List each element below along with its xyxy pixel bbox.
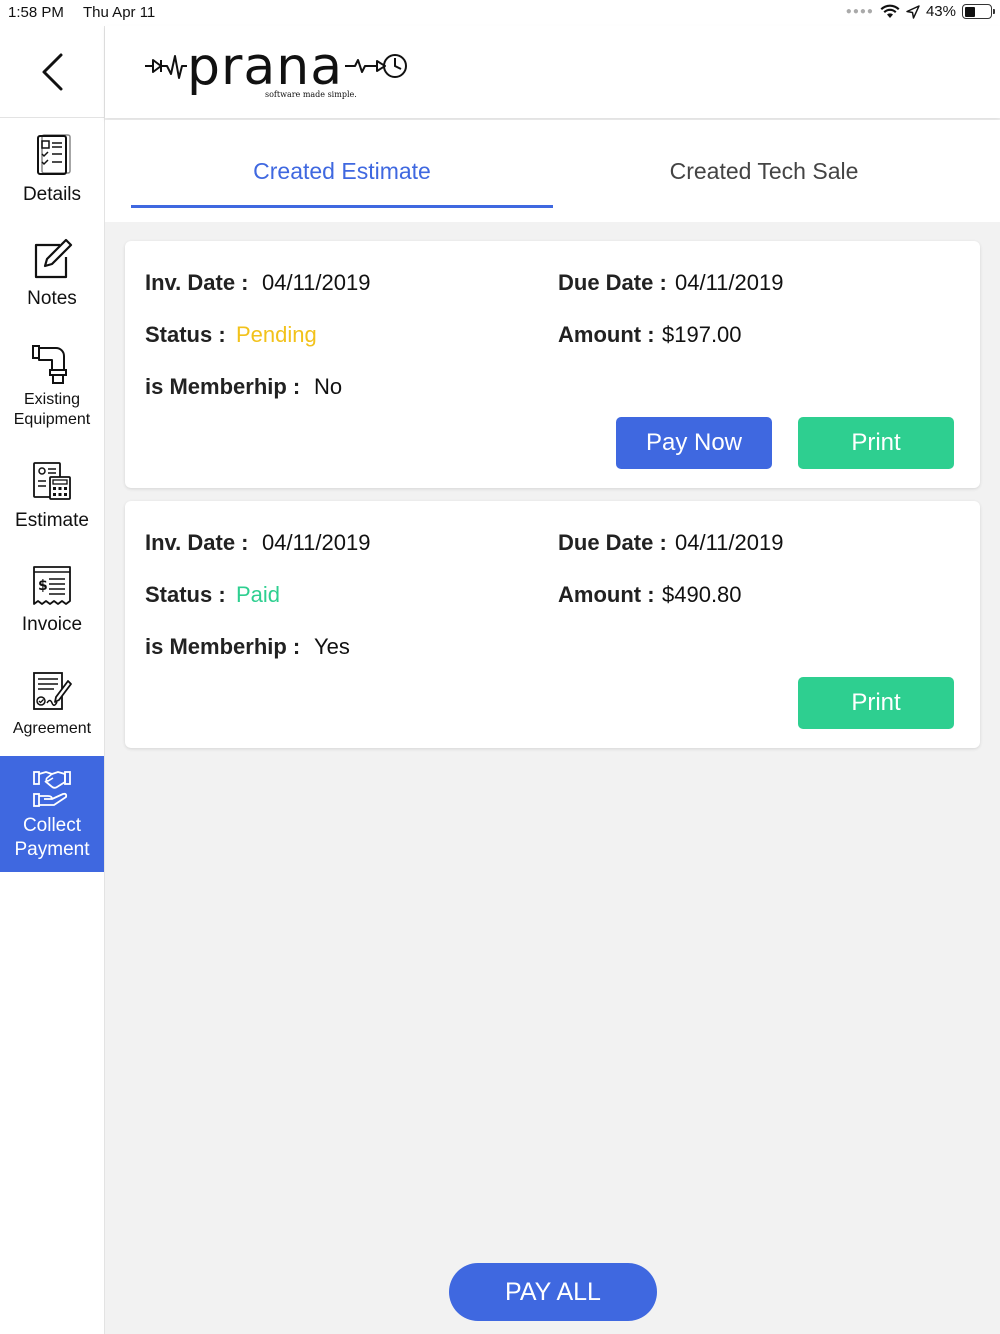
status-time: 1:58 PM bbox=[8, 4, 64, 21]
prana-logo: prana software made simple. bbox=[145, 38, 407, 99]
status-label: Status : bbox=[145, 582, 226, 607]
sidebar-item-label: Collect Payment bbox=[14, 815, 90, 860]
back-button[interactable] bbox=[0, 26, 104, 118]
app-header: prana software made simple. bbox=[105, 26, 1000, 118]
chevron-left-icon bbox=[42, 53, 63, 90]
sidebar-item-label: Details bbox=[22, 184, 82, 206]
due-date-value: 04/11/2019 bbox=[675, 270, 784, 295]
svg-text:$: $ bbox=[38, 578, 48, 594]
sidebar: Details Notes Existing Equipment Estimat… bbox=[0, 26, 105, 1334]
estimate-card: Inv. Date : 04/11/2019 Due Date : 04/11/… bbox=[125, 501, 980, 748]
sidebar-item-collect-payment[interactable]: Collect Payment bbox=[0, 756, 104, 872]
edit-note-icon bbox=[34, 239, 73, 279]
amount-label: Amount : bbox=[558, 582, 655, 607]
battery-percent: 43% bbox=[925, 3, 956, 20]
location-arrow-icon bbox=[906, 4, 920, 19]
sidebar-item-label: Existing Equipment bbox=[13, 391, 91, 428]
status-value: Pending bbox=[236, 322, 317, 347]
sidebar-item-label: Invoice bbox=[21, 614, 83, 636]
due-date-label: Due Date : bbox=[558, 270, 667, 295]
invoice-receipt-icon: $ bbox=[33, 566, 71, 606]
cellular-signal-icon: ●●●● bbox=[845, 6, 874, 17]
calculator-document-icon bbox=[33, 462, 71, 501]
document-list-icon bbox=[37, 134, 71, 176]
pay-all-button[interactable]: PAY ALL bbox=[449, 1263, 657, 1321]
sidebar-item-notes[interactable]: Notes bbox=[0, 222, 104, 326]
membership-label: is Memberhip : bbox=[145, 374, 301, 399]
amount-value: $490.80 bbox=[662, 582, 742, 607]
payment-handshake-icon bbox=[33, 771, 71, 808]
amount-value: $197.00 bbox=[662, 322, 742, 347]
status-label: Status : bbox=[145, 322, 226, 347]
sidebar-item-label: Estimate bbox=[15, 510, 89, 532]
membership-value: No bbox=[314, 374, 343, 399]
tab-active-indicator bbox=[131, 205, 553, 208]
sidebar-item-details[interactable]: Details bbox=[0, 118, 104, 222]
inv-date-value: 04/11/2019 bbox=[262, 270, 371, 295]
inv-date-label: Inv. Date : bbox=[145, 270, 249, 295]
battery-icon bbox=[962, 4, 995, 19]
sidebar-item-label: Agreement bbox=[12, 720, 92, 737]
brand-tagline: software made simple. bbox=[265, 90, 357, 99]
status-value: Paid bbox=[236, 582, 281, 607]
sidebar-item-existing-equipment[interactable]: Existing Equipment bbox=[0, 326, 104, 444]
tab-created-tech-sale[interactable]: Created Tech Sale bbox=[553, 120, 975, 222]
amount-label: Amount : bbox=[558, 322, 655, 347]
due-date-label: Due Date : bbox=[558, 530, 667, 555]
print-button[interactable]: Print bbox=[798, 677, 954, 729]
membership-value: Yes bbox=[314, 634, 350, 659]
status-indicators: ●●●● 43% bbox=[845, 3, 995, 20]
print-button[interactable]: Print bbox=[798, 417, 954, 469]
tab-bar: Created Estimate Created Tech Sale bbox=[105, 120, 1000, 222]
status-date: Thu Apr 11 bbox=[83, 4, 156, 21]
sidebar-item-agreement[interactable]: Agreement bbox=[0, 652, 104, 756]
inv-date-value: 04/11/2019 bbox=[262, 530, 371, 555]
brand-name: prana bbox=[187, 38, 343, 97]
status-bar: 1:58 PM Thu Apr 11 ●●●● 43% bbox=[0, 0, 1000, 26]
inv-date-label: Inv. Date : bbox=[145, 530, 249, 555]
wifi-icon bbox=[880, 4, 900, 18]
pipe-icon bbox=[32, 345, 67, 384]
sidebar-item-invoice[interactable]: $ Invoice bbox=[0, 548, 104, 652]
sidebar-item-label: Notes bbox=[27, 288, 77, 310]
due-date-value: 04/11/2019 bbox=[675, 530, 784, 555]
pay-now-button[interactable]: Pay Now bbox=[616, 417, 772, 469]
estimate-card: Inv. Date : 04/11/2019 Due Date : 04/11/… bbox=[125, 241, 980, 488]
sidebar-item-estimate[interactable]: Estimate bbox=[0, 444, 104, 548]
signed-contract-icon bbox=[33, 672, 72, 710]
membership-label: is Memberhip : bbox=[145, 634, 301, 659]
